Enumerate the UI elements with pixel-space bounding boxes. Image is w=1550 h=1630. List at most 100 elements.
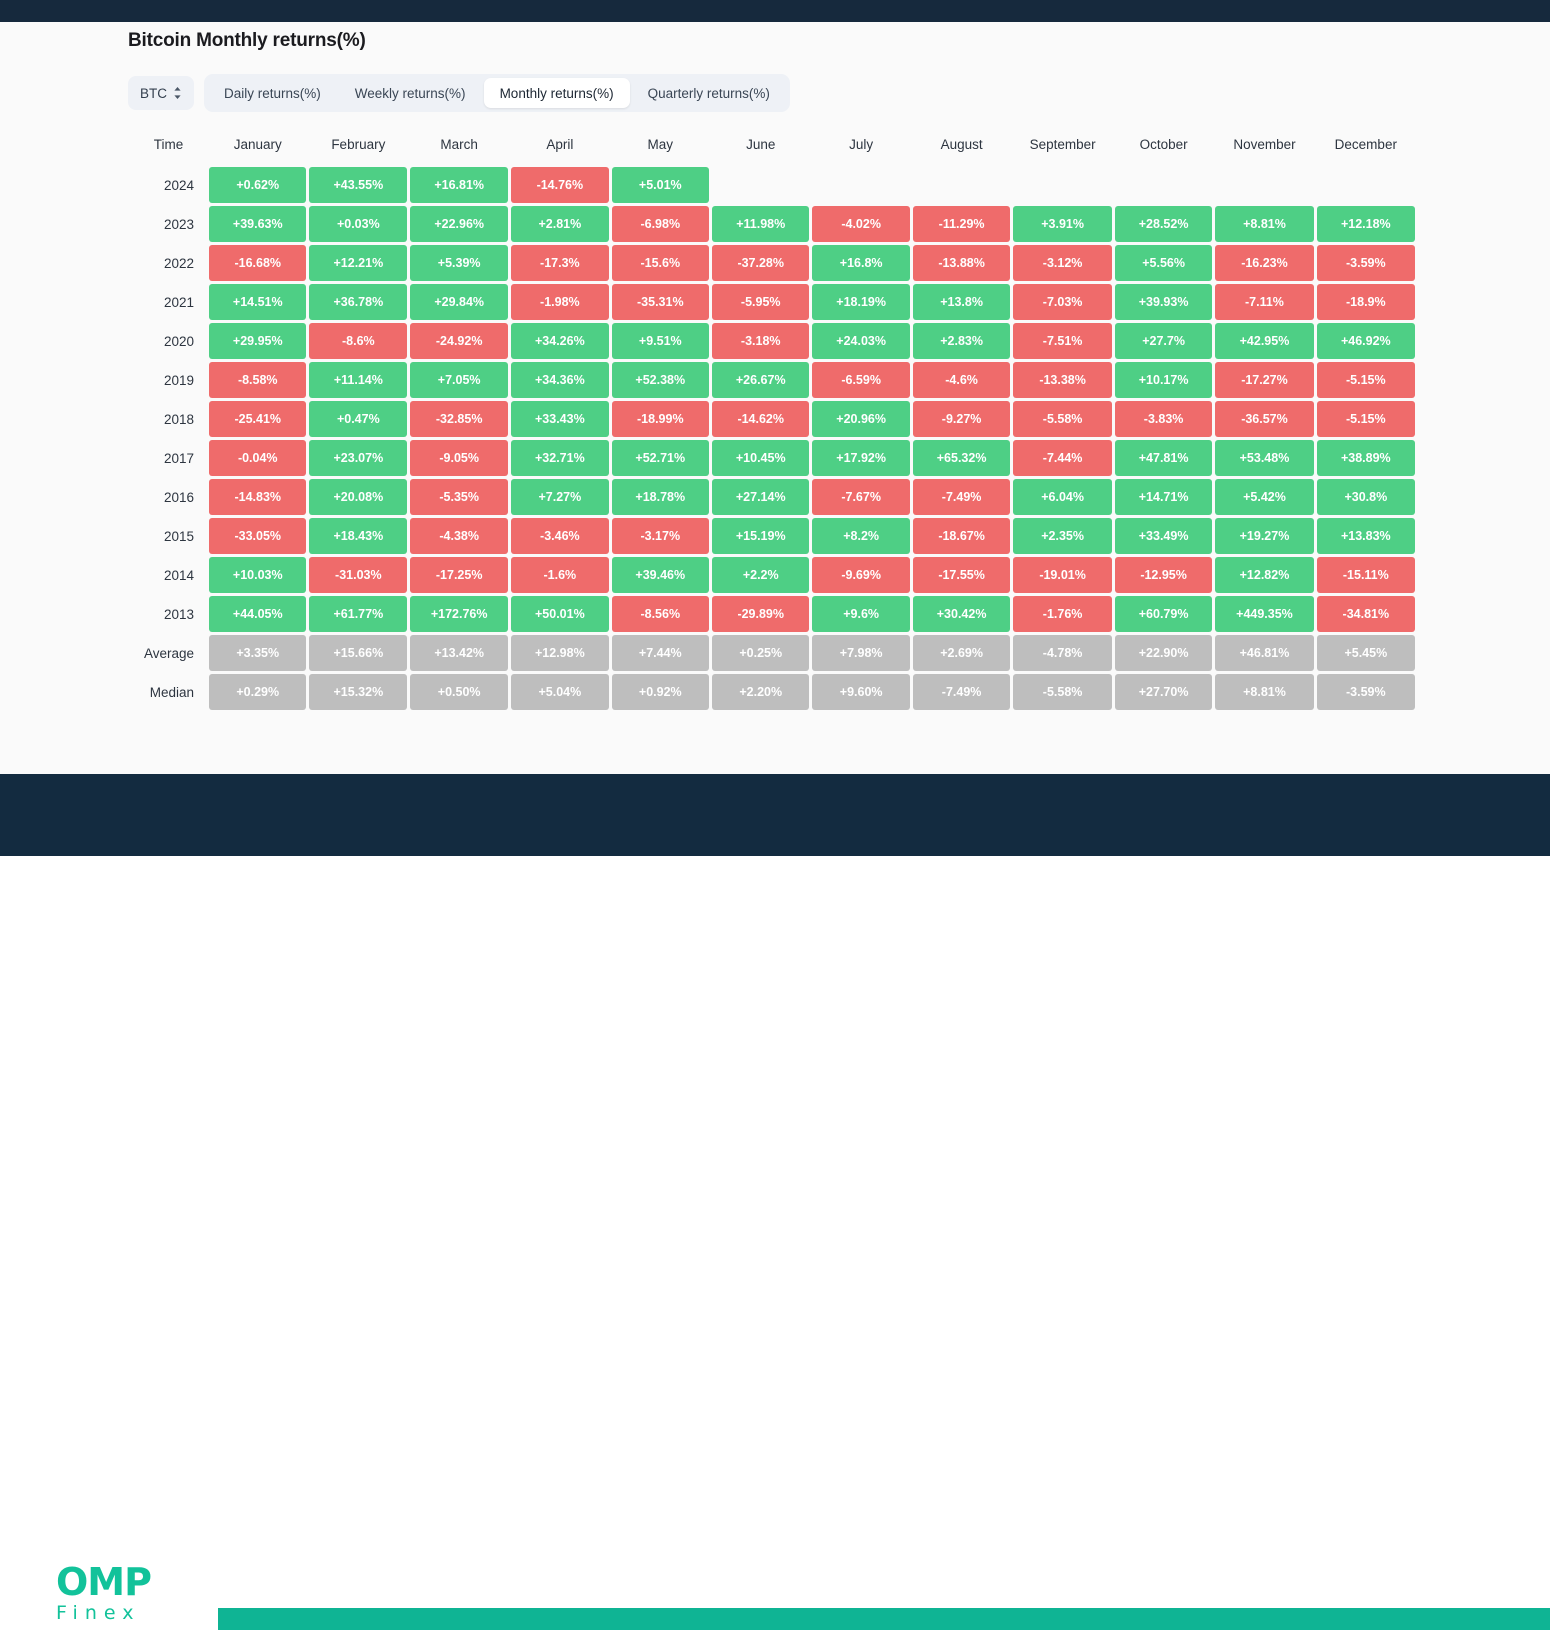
- cell-2015-may: -3.17%: [611, 518, 709, 554]
- cell-2017-september: -7.44%: [1013, 440, 1112, 476]
- row-label-2022: 2022: [163, 255, 195, 271]
- cell-average-august: +2.69%: [912, 635, 1011, 671]
- cell-2016-october: +14.71%: [1114, 479, 1213, 515]
- cell-2014-march: -17.25%: [410, 557, 509, 593]
- cell-2013-august: +30.42%: [912, 596, 1011, 632]
- top-navy-bar: [0, 0, 1550, 22]
- table-row: Median +0.29% +15.32% +0.50% +5.04% +0.92% +2.…: [131, 674, 1415, 710]
- cell-2022-march: +5.39%: [410, 245, 509, 281]
- cell-2013-october: +60.79%: [1114, 596, 1213, 632]
- cell-2015-november: +19.27%: [1215, 518, 1314, 554]
- cell-2017-october: +47.81%: [1114, 440, 1213, 476]
- cell-2020-june: -3.18%: [712, 323, 810, 359]
- cell-2021-october: +39.93%: [1114, 284, 1213, 320]
- cell-2016-april: +7.27%: [511, 479, 609, 515]
- page-body: Bitcoin Monthly returns(%) BTC Daily ret…: [0, 22, 1550, 774]
- cell-2021-september: -7.03%: [1013, 284, 1112, 320]
- table-header-row: Time January February March April May June July…: [131, 131, 1415, 164]
- table-row: 2017 -0.04% +23.07% -9.05% +32.71% +52.71% +10…: [131, 440, 1415, 476]
- cell-2023-november: +8.81%: [1215, 206, 1314, 242]
- cell-2021-december: -18.9%: [1316, 284, 1415, 320]
- cell-2021-june: -5.95%: [712, 284, 810, 320]
- cell-2024-april: -14.76%: [511, 167, 609, 203]
- cell-average-march: +13.42%: [410, 635, 509, 671]
- cell-2016-july: -7.67%: [812, 479, 910, 515]
- cell-2019-march: +7.05%: [410, 362, 509, 398]
- cell-average-october: +22.90%: [1114, 635, 1213, 671]
- cell-2020-march: -24.92%: [410, 323, 509, 359]
- row-label-2014: 2014: [163, 567, 195, 583]
- row-label-2021: 2021: [163, 294, 195, 310]
- cell-2023-may: -6.98%: [611, 206, 709, 242]
- table-row: 2021 +14.51% +36.78% +29.84% -1.98% -35.31% -5…: [131, 284, 1415, 320]
- table-body: 2024 +0.62% +43.55% +16.81% -14.76% +5.01% 202…: [131, 167, 1415, 710]
- cell-average-february: +15.66%: [309, 635, 408, 671]
- cell-2023-december: +12.18%: [1316, 206, 1415, 242]
- cell-2024-october: [1115, 167, 1212, 203]
- table-row: 2022 -16.68% +12.21% +5.39% -17.3% -15.6% -37.…: [131, 245, 1415, 281]
- cell-2021-july: +18.19%: [812, 284, 910, 320]
- tab-monthly-returns[interactable]: Monthly returns(%): [483, 78, 630, 108]
- cell-2016-march: -5.35%: [410, 479, 509, 515]
- cell-median-august: -7.49%: [912, 674, 1011, 710]
- cell-2024-january: +0.62%: [209, 167, 307, 203]
- cell-2024-august: [913, 167, 1010, 203]
- cell-median-july: +9.60%: [812, 674, 910, 710]
- cell-2016-january: -14.83%: [209, 479, 307, 515]
- cell-2015-june: +15.19%: [712, 518, 810, 554]
- cell-median-november: +8.81%: [1215, 674, 1314, 710]
- tab-daily-returns[interactable]: Daily returns(%): [208, 78, 337, 108]
- content-container: Bitcoin Monthly returns(%) BTC Daily ret…: [128, 30, 1428, 713]
- cell-2019-january: -8.58%: [209, 362, 307, 398]
- tab-quarterly-returns[interactable]: Quarterly returns(%): [632, 78, 786, 108]
- cell-2023-february: +0.03%: [309, 206, 408, 242]
- cell-2013-march: +172.76%: [410, 596, 509, 632]
- cell-2022-january: -16.68%: [209, 245, 307, 281]
- cell-2014-january: +10.03%: [209, 557, 307, 593]
- cell-2019-september: -13.38%: [1013, 362, 1112, 398]
- cell-2022-october: +5.56%: [1114, 245, 1213, 281]
- cell-2022-july: +16.8%: [812, 245, 910, 281]
- cell-2021-november: -7.11%: [1215, 284, 1314, 320]
- table-row: 2015 -33.05% +18.43% -4.38% -3.46% -3.17% +15.…: [131, 518, 1415, 554]
- cell-2017-april: +32.71%: [511, 440, 609, 476]
- cell-2017-march: -9.05%: [410, 440, 509, 476]
- cell-2018-august: -9.27%: [912, 401, 1011, 437]
- cell-2015-january: -33.05%: [209, 518, 307, 554]
- cell-2020-september: -7.51%: [1013, 323, 1112, 359]
- cell-2014-november: +12.82%: [1215, 557, 1314, 593]
- cell-2022-june: -37.28%: [712, 245, 810, 281]
- tab-weekly-returns[interactable]: Weekly returns(%): [339, 78, 482, 108]
- column-header-november: November: [1233, 137, 1296, 152]
- cell-2022-august: -13.88%: [912, 245, 1011, 281]
- cell-2020-february: -8.6%: [309, 323, 408, 359]
- cell-2017-august: +65.32%: [912, 440, 1011, 476]
- row-label-2017: 2017: [163, 450, 195, 466]
- cell-2018-july: +20.96%: [812, 401, 910, 437]
- cell-2021-january: +14.51%: [209, 284, 307, 320]
- cell-2017-december: +38.89%: [1316, 440, 1415, 476]
- cell-2017-november: +53.48%: [1215, 440, 1314, 476]
- cell-2020-december: +46.92%: [1316, 323, 1415, 359]
- cell-2024-december: [1317, 167, 1415, 203]
- asset-select[interactable]: BTC: [128, 76, 194, 110]
- cell-2024-may: +5.01%: [611, 167, 709, 203]
- footer-bar: OMP Finex: [0, 774, 1550, 1630]
- column-header-august: August: [940, 137, 983, 152]
- table-row: 2020 +29.95% -8.6% -24.92% +34.26% +9.51% -3.1…: [131, 323, 1415, 359]
- cell-2018-march: -32.85%: [410, 401, 509, 437]
- cell-2024-march: +16.81%: [410, 167, 509, 203]
- cell-median-march: +0.50%: [410, 674, 509, 710]
- cell-2019-february: +11.14%: [309, 362, 408, 398]
- cell-median-september: -5.58%: [1013, 674, 1112, 710]
- table-row: 2019 -8.58% +11.14% +7.05% +34.36% +52.38% +26…: [131, 362, 1415, 398]
- cell-2021-march: +29.84%: [410, 284, 509, 320]
- cell-2022-may: -15.6%: [611, 245, 709, 281]
- cell-2018-may: -18.99%: [611, 401, 709, 437]
- cell-2023-september: +3.91%: [1013, 206, 1112, 242]
- cell-2015-march: -4.38%: [410, 518, 509, 554]
- chevron-up-down-icon: [173, 86, 182, 100]
- cell-average-september: -4.78%: [1013, 635, 1112, 671]
- cell-2020-october: +27.7%: [1114, 323, 1213, 359]
- column-header-time: Time: [153, 137, 184, 152]
